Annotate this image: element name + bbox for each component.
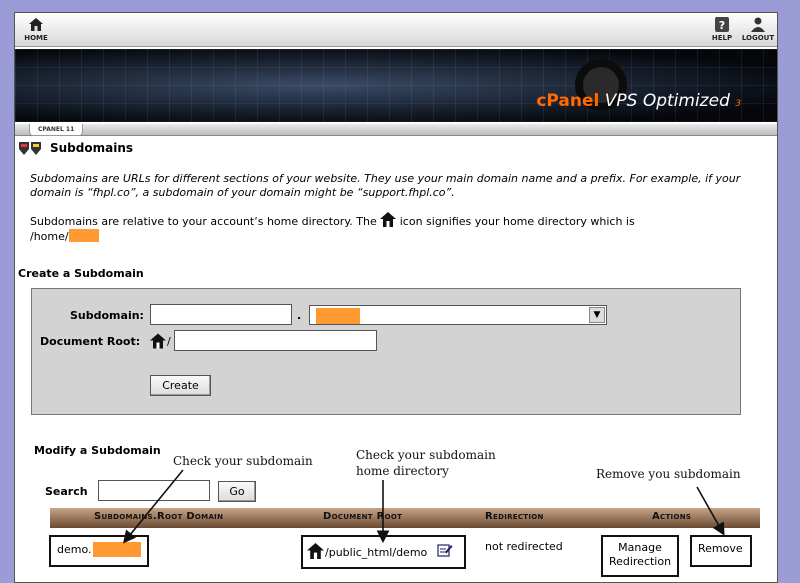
subdomain-label: Subdomain: <box>70 309 144 322</box>
annotation-check-home: Check your subdomain home directory <box>356 448 496 478</box>
dot-separator: . <box>297 309 302 322</box>
docroot-input[interactable] <box>174 330 377 351</box>
redacted-domain <box>316 308 360 324</box>
annotation-remove: Remove you subdomain <box>596 467 741 481</box>
brand-title: cPanel VPS Optimized 3 <box>536 91 741 111</box>
subdomains-icon <box>19 142 41 155</box>
help-icon: ? <box>715 17 729 32</box>
home-directory-icon <box>380 212 397 227</box>
modify-heading: Modify a Subdomain <box>34 444 161 457</box>
logout-button[interactable]: LOGOUT <box>741 17 775 42</box>
subdomain-name: demo. <box>57 543 92 556</box>
col-subdomain[interactable]: Subdomains.Root Domain <box>94 511 223 522</box>
breadcrumb-bar: CPANEL 11 <box>15 124 777 136</box>
col-actions: Actions <box>652 511 692 522</box>
search-input[interactable] <box>98 480 210 501</box>
docroot-path[interactable]: /public_html/demo <box>325 546 427 559</box>
docroot-cell: /public_html/demo <box>301 535 466 569</box>
svg-text:?: ? <box>719 19 725 32</box>
create-button[interactable]: Create <box>150 375 211 396</box>
col-redirection[interactable]: Redirection <box>485 511 544 522</box>
home-button[interactable]: HOME <box>19 17 53 42</box>
subdomain-table-header: Subdomains.Root Domain Document Root Red… <box>50 508 760 528</box>
chevron-down-icon[interactable]: ▼ <box>589 307 605 323</box>
banner-texture <box>15 49 777 122</box>
domain-select[interactable]: ▼ <box>309 305 607 325</box>
edit-icon[interactable] <box>437 543 453 557</box>
redacted-root-domain <box>93 542 141 557</box>
home-label: HOME <box>24 34 48 42</box>
home-directory-icon <box>150 333 166 349</box>
home-icon <box>29 18 43 31</box>
help-button[interactable]: ? HELP <box>705 17 739 42</box>
home-dir-text: Subdomains are relative to your account’… <box>30 212 748 244</box>
remove-link[interactable]: Remove <box>698 542 743 555</box>
redacted-username <box>68 229 99 242</box>
page-header: Subdomains <box>18 140 133 156</box>
brand-banner: cPanel VPS Optimized 3 <box>15 49 777 122</box>
redirection-status: not redirected <box>485 540 563 553</box>
logout-label: LOGOUT <box>741 34 775 42</box>
annotation-check-subdomain: Check your subdomain <box>173 454 313 468</box>
home-path: /home/ <box>30 230 69 243</box>
docroot-slash: / <box>167 335 171 348</box>
go-button[interactable]: Go <box>218 481 256 502</box>
create-subdomain-form: Subdomain: . ▼ Document Root: / Create <box>31 288 741 415</box>
manage-redirection-link[interactable]: Manage Redirection <box>608 541 672 569</box>
col-docroot[interactable]: Document Root <box>323 511 402 522</box>
search-label: Search <box>45 485 88 498</box>
intro-text: Subdomains are URLs for different sectio… <box>30 172 741 199</box>
top-toolbar: HOME ? HELP LOGOUT <box>15 13 777 47</box>
user-icon <box>751 17 765 32</box>
page-title: Subdomains <box>50 141 134 155</box>
subdomain-input[interactable] <box>150 304 292 325</box>
home-directory-icon <box>307 543 324 559</box>
remove-highlight: Remove <box>690 535 752 567</box>
breadcrumb[interactable]: CPANEL 11 <box>29 124 84 136</box>
docroot-label: Document Root: <box>40 335 141 348</box>
help-label: HELP <box>711 34 733 42</box>
create-heading: Create a Subdomain <box>18 267 144 280</box>
subdomain-cell: demo. <box>49 535 149 567</box>
manage-redirection-highlight: Manage Redirection <box>601 535 679 577</box>
